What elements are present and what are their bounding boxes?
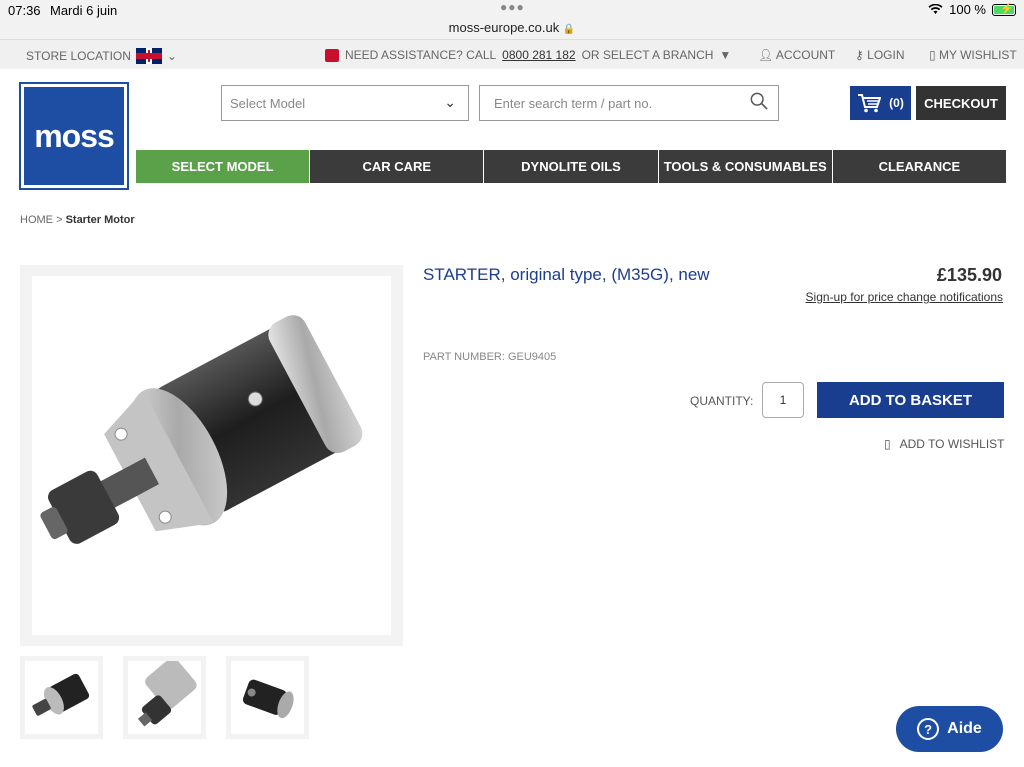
nav-clearance[interactable]: CLEARANCE xyxy=(831,150,1007,183)
breadcrumb-home[interactable]: HOME xyxy=(20,214,53,226)
logo-text: moss xyxy=(34,117,115,154)
select-branch-link[interactable]: OR SELECT A BRANCH xyxy=(582,48,714,62)
nav-dynolite-oils[interactable]: DYNOLITE OILS xyxy=(483,150,658,183)
account-label: ACCOUNT xyxy=(775,48,836,62)
cart-icon xyxy=(858,94,882,113)
store-location-label: STORE LOCATION xyxy=(26,49,131,63)
phone-icon xyxy=(325,48,339,62)
product-image[interactable] xyxy=(32,276,391,635)
assistance-bar: NEED ASSISTANCE? CALL 0800 281 182 OR SE… xyxy=(325,48,731,62)
price-notification-link[interactable]: Sign-up for price change notifications xyxy=(806,290,1003,304)
thumbnail-image xyxy=(231,661,304,734)
store-location-selector[interactable]: STORE LOCATION ⌄ xyxy=(26,48,177,64)
chevron-down-icon: ⌄ xyxy=(444,94,456,110)
battery-icon: ⚡ xyxy=(992,3,1016,16)
add-to-wishlist-link[interactable]: ▯ ADD TO WISHLIST xyxy=(884,437,1005,451)
cart-count: (0) xyxy=(889,96,904,110)
ios-status-bar: 07:36 Mardi 6 juin ●●● 100 % ⚡ xyxy=(0,0,1024,20)
branch-dropdown-icon[interactable]: ▼ xyxy=(719,48,731,62)
key-icon: ⚷ xyxy=(855,48,864,62)
wishlist-link[interactable]: ▯ MY WISHLIST xyxy=(929,48,1017,62)
search-input[interactable]: Enter search term / part no. xyxy=(479,85,779,121)
select-model-placeholder: Select Model xyxy=(230,96,306,111)
search-placeholder: Enter search term / part no. xyxy=(494,96,653,111)
chevron-down-icon: ⌄ xyxy=(166,49,177,63)
wifi-icon xyxy=(928,4,943,14)
lock-icon: 🔒 xyxy=(562,24,576,35)
nav-tools-consumables[interactable]: TOOLS & CONSUMABLES xyxy=(657,150,832,183)
uk-flag-icon xyxy=(135,48,162,64)
url-text: moss-europe.co.uk xyxy=(448,20,560,35)
phone-link[interactable]: 0800 281 182 xyxy=(502,48,575,62)
product-thumbnail[interactable] xyxy=(226,656,309,739)
main-nav: SELECT MODEL CAR CARE DYNOLITE OILS TOOL… xyxy=(136,150,1007,183)
login-link[interactable]: ⚷ LOGIN xyxy=(855,48,904,62)
question-icon: ? xyxy=(917,718,940,740)
product-price: £135.90 xyxy=(936,265,1002,285)
help-label: Aide xyxy=(947,720,982,737)
breadcrumb: HOME > Starter Motor xyxy=(20,214,135,226)
breadcrumb-separator: > xyxy=(56,214,63,226)
multitask-dots-icon[interactable]: ●●● xyxy=(500,0,525,14)
utility-bar: STORE LOCATION ⌄ NEED ASSISTANCE? CALL 0… xyxy=(0,40,1024,69)
cart-button[interactable]: (0) xyxy=(850,86,911,120)
assistance-prefix: NEED ASSISTANCE? CALL xyxy=(345,48,497,62)
quantity-label: QUANTITY: xyxy=(690,394,754,408)
starter-motor-image xyxy=(40,315,363,544)
nav-select-model[interactable]: SELECT MODEL xyxy=(136,150,310,183)
battery-percent: 100 % xyxy=(949,2,986,17)
product-thumbnail[interactable] xyxy=(20,656,103,739)
product-thumbnail[interactable] xyxy=(123,656,206,739)
product-image-frame xyxy=(20,265,403,646)
add-to-basket-button[interactable]: ADD TO BASKET xyxy=(817,382,1004,418)
login-label: LOGIN xyxy=(867,48,905,62)
nav-car-care[interactable]: CAR CARE xyxy=(309,150,484,183)
person-icon: 👤︎ xyxy=(758,48,774,62)
thumbnail-image xyxy=(25,661,98,734)
checkout-button[interactable]: CHECKOUT xyxy=(916,86,1006,120)
bookmark-icon: ▯ xyxy=(884,437,891,451)
address-bar[interactable]: moss-europe.co.uk 🔒 xyxy=(0,18,1024,40)
bookmark-icon: ▯ xyxy=(929,48,936,62)
add-to-wishlist-label: ADD TO WISHLIST xyxy=(899,437,1005,451)
account-link[interactable]: 👤︎ ACCOUNT xyxy=(758,48,835,62)
search-icon[interactable] xyxy=(750,92,768,110)
clock: 07:36 xyxy=(8,3,41,18)
product-title: STARTER, original type, (M35G), new xyxy=(423,265,710,284)
moss-logo[interactable]: moss xyxy=(19,82,129,190)
select-model-dropdown[interactable]: Select Model ⌄ xyxy=(221,85,469,121)
date: Mardi 6 juin xyxy=(50,3,118,18)
breadcrumb-current: Starter Motor xyxy=(65,214,135,226)
quantity-input[interactable]: 1 xyxy=(762,382,804,418)
thumbnail-image xyxy=(128,657,201,734)
help-button[interactable]: ? Aide xyxy=(896,706,1003,752)
wishlist-label: MY WISHLIST xyxy=(938,48,1017,62)
part-number: PART NUMBER: GEU9405 xyxy=(423,351,557,363)
